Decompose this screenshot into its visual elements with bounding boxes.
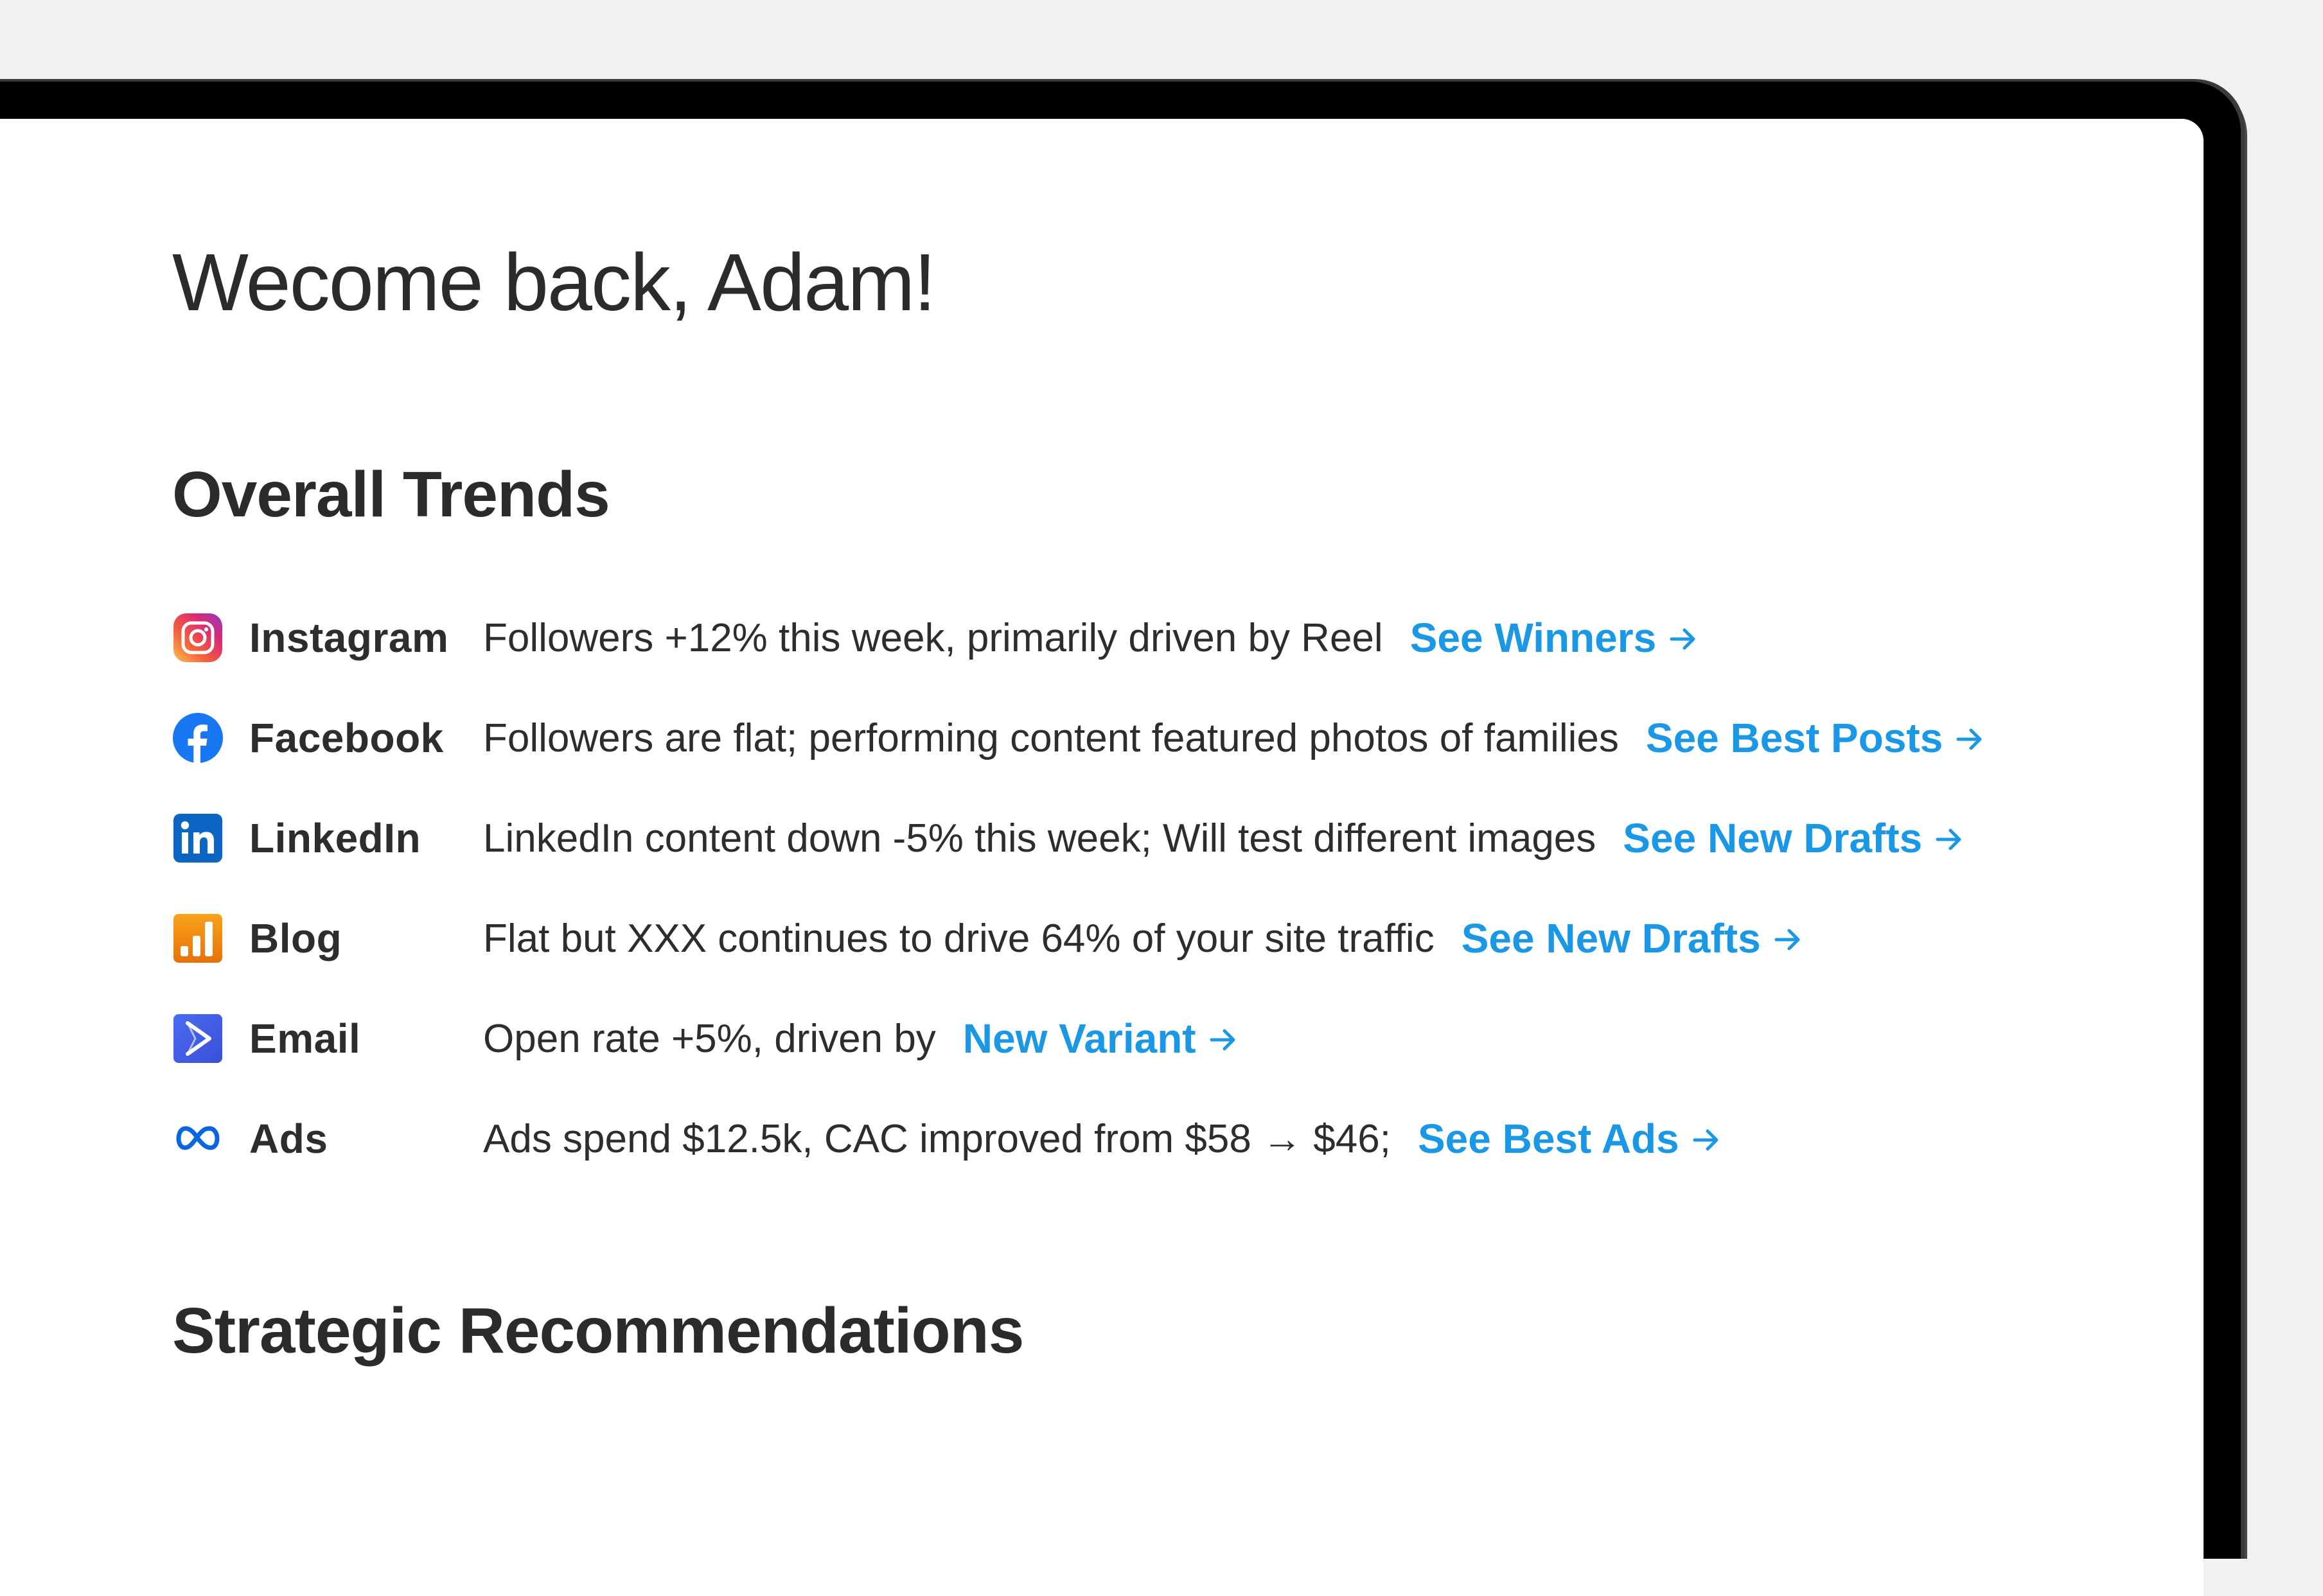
trend-description-text: LinkedIn content down -5% this week; Wil… xyxy=(483,816,1596,861)
trend-description-text: Followers are flat; performing content f… xyxy=(483,715,1619,760)
channel-name: Blog xyxy=(249,915,342,961)
trend-row-linkedin: LinkedIn LinkedIn content down -5% this … xyxy=(172,788,1961,888)
channel-name: Email xyxy=(249,1015,361,1062)
trend-row-instagram: Instagram Followers +12% this week, prim… xyxy=(172,588,1695,688)
trend-description: Followers are flat; performing content f… xyxy=(483,714,1984,762)
linkedin-icon xyxy=(172,812,224,864)
link-label: See New Drafts xyxy=(1623,815,1923,861)
trend-row-facebook: Facebook Followers are flat; performing … xyxy=(172,688,1982,788)
link-label: See Best Ads xyxy=(1417,1116,1679,1162)
trend-description-text: Ads spend $12.5k, CAC improved from $58 … xyxy=(483,1116,1391,1161)
link-label: See Best Posts xyxy=(1645,715,1943,761)
trend-description: Open rate +5%, driven by New Variant xyxy=(483,1015,1237,1062)
arrow-right-icon xyxy=(1774,915,1802,962)
trend-row-ads: Ads Ads spend $12.5k, CAC improved from … xyxy=(172,1089,1718,1189)
strategic-recommendations-heading: Strategic Recommendations xyxy=(172,1295,1024,1367)
arrow-right-icon xyxy=(1209,1015,1237,1062)
trend-description: Followers +12% this week, primarily driv… xyxy=(483,614,1697,662)
arrow-right-icon xyxy=(1956,714,1984,762)
welcome-heading: Wecome back, Adam! xyxy=(172,237,936,328)
trend-description: LinkedIn content down -5% this week; Wil… xyxy=(483,814,1963,862)
see-new-drafts-link[interactable]: See New Drafts xyxy=(1462,915,1802,962)
channel-name: Ads xyxy=(249,1116,328,1162)
channel-name: LinkedIn xyxy=(249,815,421,861)
overall-trends-heading: Overall Trends xyxy=(172,459,610,531)
trend-list: Instagram Followers +12% this week, prim… xyxy=(172,588,1982,1189)
meta-infinity-icon xyxy=(172,1113,224,1164)
instagram-icon xyxy=(172,612,224,663)
arrow-right-icon xyxy=(1692,1115,1720,1162)
channel-name: Facebook xyxy=(249,715,444,761)
arrow-right-icon xyxy=(1935,814,1963,862)
trend-row-blog: Blog Flat but XXX continues to drive 64%… xyxy=(172,888,1800,988)
see-best-posts-link[interactable]: See Best Posts xyxy=(1646,714,1984,762)
email-send-icon xyxy=(172,1013,224,1064)
see-winners-link[interactable]: See Winners xyxy=(1410,614,1698,662)
new-variant-link[interactable]: New Variant xyxy=(963,1015,1237,1062)
trend-description-text: Flat but XXX continues to drive 64% of y… xyxy=(483,916,1435,961)
see-best-ads-link[interactable]: See Best Ads xyxy=(1418,1115,1720,1162)
trend-description: Ads spend $12.5k, CAC improved from $58 … xyxy=(483,1115,1720,1162)
link-label: New Variant xyxy=(962,1015,1196,1062)
facebook-icon xyxy=(172,712,224,764)
see-new-drafts-link[interactable]: See New Drafts xyxy=(1623,814,1963,862)
trend-description-text: Open rate +5%, driven by xyxy=(483,1016,936,1061)
channel-name: Instagram xyxy=(249,615,449,661)
link-label: See Winners xyxy=(1409,615,1657,661)
trend-row-email: Email Open rate +5%, driven by New Varia… xyxy=(172,988,1235,1089)
link-label: See New Drafts xyxy=(1461,915,1761,961)
blog-chart-icon xyxy=(172,913,224,964)
arrow-right-icon xyxy=(1669,614,1697,662)
trend-description-text: Followers +12% this week, primarily driv… xyxy=(483,615,1383,660)
trend-description: Flat but XXX continues to drive 64% of y… xyxy=(483,915,1802,962)
